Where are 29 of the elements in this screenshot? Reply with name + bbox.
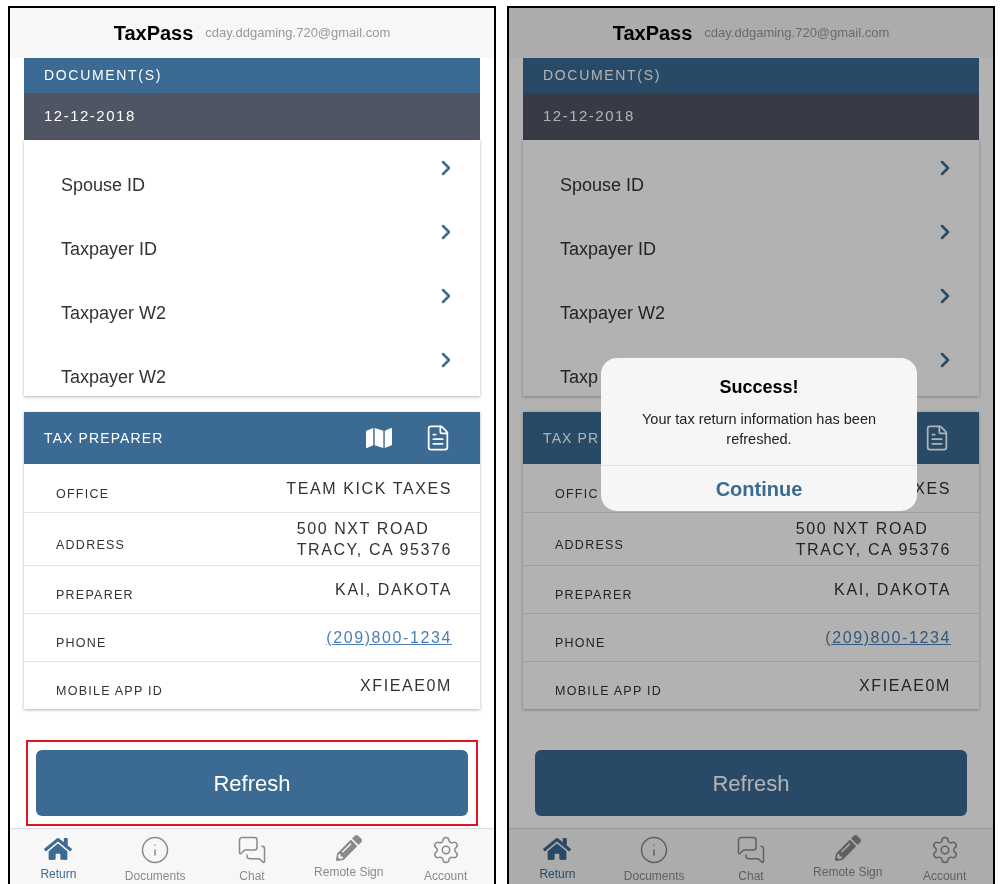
field-value: 500 NXT ROAD TRACY, CA 95376 xyxy=(296,519,452,560)
section-title: DOCUMENT(S) xyxy=(44,66,163,85)
field-value: 500 NXT ROAD TRACY, CA 95376 xyxy=(795,519,951,560)
field-label: ADDRESS xyxy=(555,536,625,554)
field-label: PREPARER xyxy=(555,587,633,605)
dialog-message: Your tax return information has been refreshed. xyxy=(641,410,877,449)
document-date: 12-12-2018 xyxy=(44,106,136,127)
field-label: MOBILE APP ID xyxy=(555,683,663,701)
document-date: 12-12-2018 xyxy=(543,106,635,127)
field-label: ADDRESS xyxy=(56,536,126,554)
field-label: PHONE xyxy=(56,635,107,653)
field-label: MOBILE APP ID xyxy=(56,683,164,701)
field-label: OFFIC xyxy=(555,485,599,503)
field-value: XFIEAE0M xyxy=(360,676,452,696)
field-value: TEAM KICK TAXES xyxy=(286,478,452,499)
app-title: TaxPass xyxy=(612,21,693,46)
field-value: KAI, DAKOTA xyxy=(335,580,452,600)
section-title: DOCUMENT(S) xyxy=(543,66,662,85)
section-title: TAX PREPARER xyxy=(44,428,164,448)
field-label: PHONE xyxy=(555,635,606,653)
field-label: PREPARER xyxy=(56,587,134,605)
user-email: cday.ddgaming.720@gmail.com xyxy=(704,24,890,43)
app-title: TaxPass xyxy=(113,21,194,46)
section-title: TAX PR xyxy=(543,428,600,448)
field-label: OFFICE xyxy=(56,485,110,503)
field-value: KAI, DAKOTA xyxy=(834,580,951,600)
field-value: XFIEAE0M xyxy=(859,676,951,696)
user-email: cday.ddgaming.720@gmail.com xyxy=(205,24,391,43)
dialog-title: Success! xyxy=(719,376,799,399)
